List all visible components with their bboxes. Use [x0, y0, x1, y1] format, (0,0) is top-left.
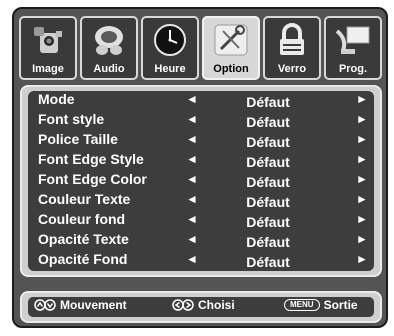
exit-hint-label: Sortie	[323, 298, 358, 312]
tab-label: Heure	[154, 63, 186, 75]
option-list: Mode ◄ Défaut ► Font style ◄ Défaut ► Po…	[28, 91, 374, 271]
menu-item-value: Défaut	[246, 114, 290, 130]
tab-bar: Image Audio Heure Option Verro Prog.	[19, 16, 383, 80]
option-menu-panel: Mode ◄ Défaut ► Font style ◄ Défaut ► Po…	[20, 85, 382, 277]
right-arrow-icon[interactable]: ►	[356, 132, 368, 146]
menu-item-value: Défaut	[246, 194, 290, 210]
menu-item-value: Défaut	[246, 254, 290, 270]
left-arrow-icon[interactable]: ◄	[186, 212, 198, 226]
key-hint-bar: Mouvement Choisi MENU Sortie	[20, 291, 382, 323]
menu-item-label: Opacité Fond	[38, 251, 128, 267]
up-down-keys-icon	[34, 299, 56, 311]
right-arrow-icon[interactable]: ►	[356, 192, 368, 206]
tab-label: Audio	[93, 63, 125, 75]
menu-item-couleur-texte[interactable]: Couleur Texte ◄ Défaut ►	[28, 191, 374, 211]
right-arrow-icon[interactable]: ►	[356, 152, 368, 166]
menu-item-font-edge-style[interactable]: Font Edge Style ◄ Défaut ►	[28, 151, 374, 171]
menu-key-icon: MENU	[284, 299, 320, 311]
satellite-dish-icon	[335, 26, 370, 54]
menu-item-label: Couleur Texte	[38, 191, 131, 207]
tab-label: Option	[213, 63, 249, 75]
menu-item-font-style[interactable]: Font style ◄ Défaut ►	[28, 111, 374, 131]
move-hint: Mouvement	[34, 298, 127, 312]
left-arrow-icon[interactable]: ◄	[186, 252, 198, 266]
right-arrow-icon[interactable]: ►	[356, 112, 368, 126]
menu-item-label: Opacité Texte	[38, 231, 129, 247]
menu-item-font-edge-color[interactable]: Font Edge Color ◄ Défaut ►	[28, 171, 374, 191]
menu-item-value: Défaut	[246, 134, 290, 150]
menu-item-label: Police Taille	[38, 131, 118, 147]
tab-prog[interactable]: Prog.	[324, 16, 382, 80]
left-arrow-icon[interactable]: ◄	[186, 112, 198, 126]
left-arrow-icon[interactable]: ◄	[186, 232, 198, 246]
right-arrow-icon[interactable]: ►	[356, 172, 368, 186]
right-arrow-icon[interactable]: ►	[356, 212, 368, 226]
menu-item-value: Défaut	[246, 214, 290, 230]
left-arrow-icon[interactable]: ◄	[186, 92, 198, 106]
select-hint-label: Choisi	[198, 298, 235, 312]
tab-heure[interactable]: Heure	[141, 16, 199, 80]
menu-item-couleur-fond[interactable]: Couleur fond ◄ Défaut ►	[28, 211, 374, 231]
select-hint: Choisi	[172, 298, 235, 312]
menu-item-label: Font style	[38, 111, 105, 127]
left-arrow-icon[interactable]: ◄	[186, 172, 198, 186]
menu-item-value: Défaut	[246, 94, 290, 110]
menu-item-value: Défaut	[246, 154, 290, 170]
speaker-icon	[95, 26, 123, 55]
camcorder-icon	[34, 27, 62, 53]
exit-hint: MENU Sortie	[284, 298, 358, 312]
menu-item-mode[interactable]: Mode ◄ Défaut ►	[28, 91, 374, 111]
tab-label: Image	[32, 63, 64, 75]
tab-audio[interactable]: Audio	[80, 16, 138, 80]
move-hint-label: Mouvement	[60, 298, 127, 312]
left-right-keys-icon	[172, 299, 194, 311]
menu-item-police-taille[interactable]: Police Taille ◄ Défaut ►	[28, 131, 374, 151]
left-arrow-icon[interactable]: ◄	[186, 192, 198, 206]
right-arrow-icon[interactable]: ►	[356, 252, 368, 266]
clock-icon	[154, 24, 186, 56]
padlock-icon	[280, 23, 304, 55]
left-arrow-icon[interactable]: ◄	[186, 132, 198, 146]
tab-label: Verro	[277, 63, 307, 75]
right-arrow-icon[interactable]: ►	[356, 92, 368, 106]
menu-item-opacite-fond[interactable]: Opacité Fond ◄ Défaut ►	[28, 251, 374, 271]
tab-option[interactable]: Option	[202, 16, 260, 80]
osd-frame: Image Audio Heure Option Verro Prog. Mod…	[12, 7, 388, 328]
menu-item-label: Font Edge Color	[38, 171, 147, 187]
tools-icon	[214, 24, 248, 56]
menu-item-value: Défaut	[246, 234, 290, 250]
key-hint-inner: Mouvement Choisi MENU Sortie	[28, 297, 374, 317]
tab-label: Prog.	[338, 63, 368, 75]
left-arrow-icon[interactable]: ◄	[186, 152, 198, 166]
menu-item-label: Font Edge Style	[38, 151, 144, 167]
menu-item-opacite-texte[interactable]: Opacité Texte ◄ Défaut ►	[28, 231, 374, 251]
tab-verro[interactable]: Verro	[263, 16, 321, 80]
tab-image[interactable]: Image	[19, 16, 77, 80]
menu-item-value: Défaut	[246, 174, 290, 190]
menu-item-label: Couleur fond	[38, 211, 126, 227]
right-arrow-icon[interactable]: ►	[356, 232, 368, 246]
menu-item-label: Mode	[38, 91, 75, 107]
osd-menu-screen: Image Audio Heure Option Verro Prog. Mod…	[0, 0, 394, 336]
